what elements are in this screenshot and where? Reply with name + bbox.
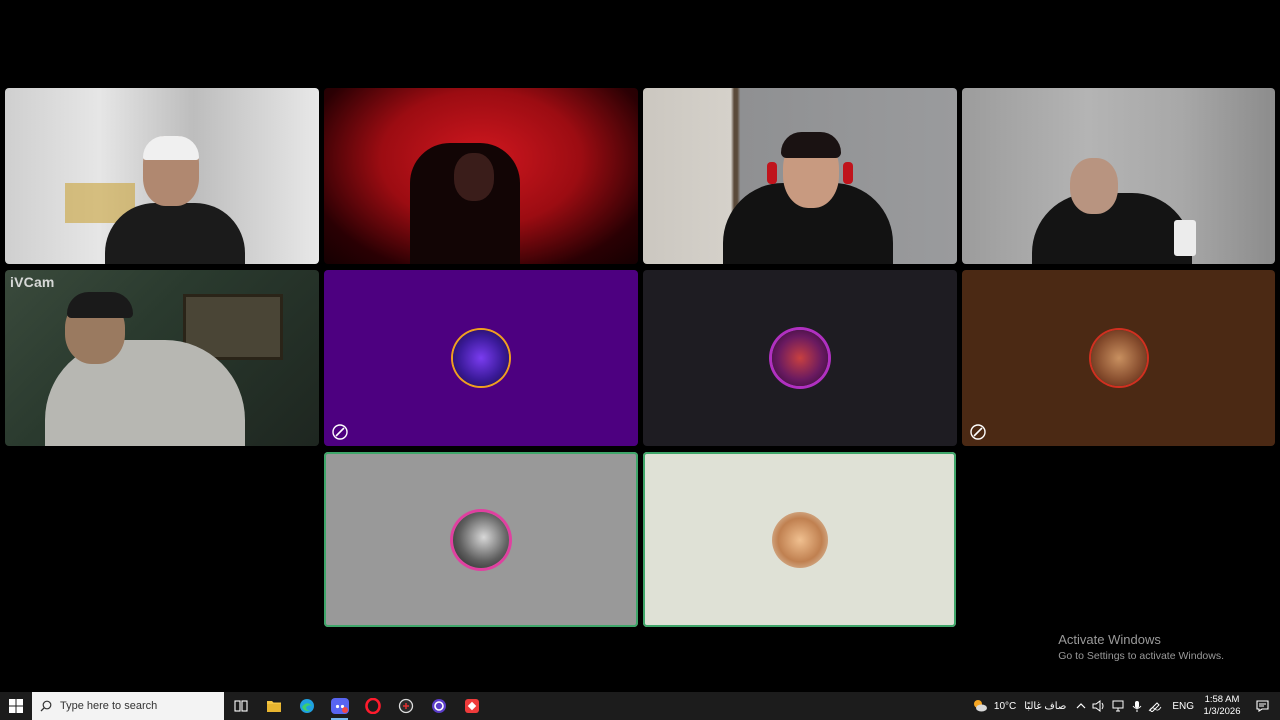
participant-avatar bbox=[772, 330, 828, 386]
weather-temperature[interactable]: 10°C bbox=[994, 701, 1016, 712]
start-button[interactable] bbox=[0, 692, 32, 720]
participant-tile-6[interactable] bbox=[324, 270, 638, 446]
notification-icon bbox=[1255, 700, 1269, 712]
app-circle-icon bbox=[398, 698, 413, 714]
anydesk-icon bbox=[464, 699, 479, 713]
edge-button[interactable] bbox=[290, 692, 323, 720]
speaker-icon[interactable] bbox=[1092, 700, 1106, 712]
person-head bbox=[454, 153, 494, 201]
video-grid: iVCam Activate Windows Go to Settings to… bbox=[0, 0, 1280, 692]
clock-date: 1/3/2026 bbox=[1203, 706, 1241, 717]
taskbar: Type here to search 10°C صاف غالبًا ENG … bbox=[0, 692, 1280, 720]
file-explorer-button[interactable] bbox=[257, 692, 290, 720]
participant-tile-9[interactable] bbox=[324, 452, 638, 627]
participant-avatar bbox=[453, 330, 509, 386]
camera-off-icon bbox=[332, 424, 348, 440]
activate-windows-watermark: Activate Windows Go to Settings to activ… bbox=[1058, 632, 1224, 662]
app-button-7[interactable] bbox=[422, 692, 455, 720]
person-head bbox=[1070, 158, 1118, 214]
participant-tile-1[interactable] bbox=[5, 88, 319, 264]
task-view-icon bbox=[233, 700, 248, 712]
person-hair bbox=[781, 132, 841, 158]
camera-watermark: iVCam bbox=[10, 274, 55, 290]
opera-icon bbox=[364, 698, 381, 714]
person-cap bbox=[143, 136, 199, 160]
app-button-8[interactable] bbox=[455, 692, 488, 720]
windows-logo-icon bbox=[9, 699, 23, 713]
participant-tile-8[interactable] bbox=[962, 270, 1275, 446]
language-indicator[interactable]: ENG bbox=[1172, 701, 1194, 712]
participant-avatar bbox=[1090, 330, 1147, 386]
clock-time: 1:58 AM bbox=[1204, 694, 1240, 705]
network-icon[interactable] bbox=[1112, 700, 1126, 712]
system-tray: 10°C صاف غالبًا ENG 1:58 AM 1/3/2026 bbox=[972, 692, 1280, 720]
pen-icon[interactable] bbox=[1148, 700, 1162, 712]
tray-icons bbox=[1076, 700, 1162, 713]
headphone-right bbox=[843, 162, 853, 184]
microphone-icon[interactable] bbox=[1132, 700, 1142, 713]
search-placeholder: Type here to search bbox=[60, 700, 158, 712]
participant-tile-4[interactable] bbox=[962, 88, 1275, 264]
task-view-button[interactable] bbox=[224, 692, 257, 720]
discord-icon bbox=[330, 698, 349, 714]
chevron-up-icon[interactable] bbox=[1076, 701, 1086, 711]
app-button-6[interactable] bbox=[389, 692, 422, 720]
participant-tile-5[interactable]: iVCam bbox=[5, 270, 319, 446]
person-body bbox=[105, 203, 245, 264]
participant-tile-3[interactable] bbox=[643, 88, 957, 264]
participant-avatar bbox=[453, 511, 509, 568]
edge-browser-icon bbox=[299, 699, 314, 713]
discord-button[interactable] bbox=[323, 692, 356, 720]
desk-light bbox=[1174, 220, 1196, 256]
weather-description[interactable]: صاف غالبًا bbox=[1024, 701, 1066, 712]
watermark-title: Activate Windows bbox=[1058, 632, 1161, 647]
notification-center-button[interactable] bbox=[1244, 700, 1280, 712]
participant-avatar bbox=[771, 511, 828, 568]
weather-icon[interactable] bbox=[972, 698, 988, 714]
clock[interactable]: 1:58 AM 1/3/2026 bbox=[1200, 694, 1244, 718]
camera-off-icon bbox=[970, 424, 986, 440]
participant-tile-10[interactable] bbox=[643, 452, 956, 627]
participant-tile-2[interactable] bbox=[324, 88, 638, 264]
ring-icon bbox=[431, 699, 446, 713]
folder-icon bbox=[266, 701, 281, 712]
person-beanie bbox=[67, 292, 133, 318]
headphone-left bbox=[767, 162, 777, 184]
taskbar-search-box[interactable]: Type here to search bbox=[32, 692, 224, 720]
participant-tile-7[interactable] bbox=[643, 270, 957, 446]
opera-button[interactable] bbox=[356, 692, 389, 720]
search-icon bbox=[40, 700, 52, 712]
watermark-subtitle: Go to Settings to activate Windows. bbox=[1058, 650, 1224, 662]
